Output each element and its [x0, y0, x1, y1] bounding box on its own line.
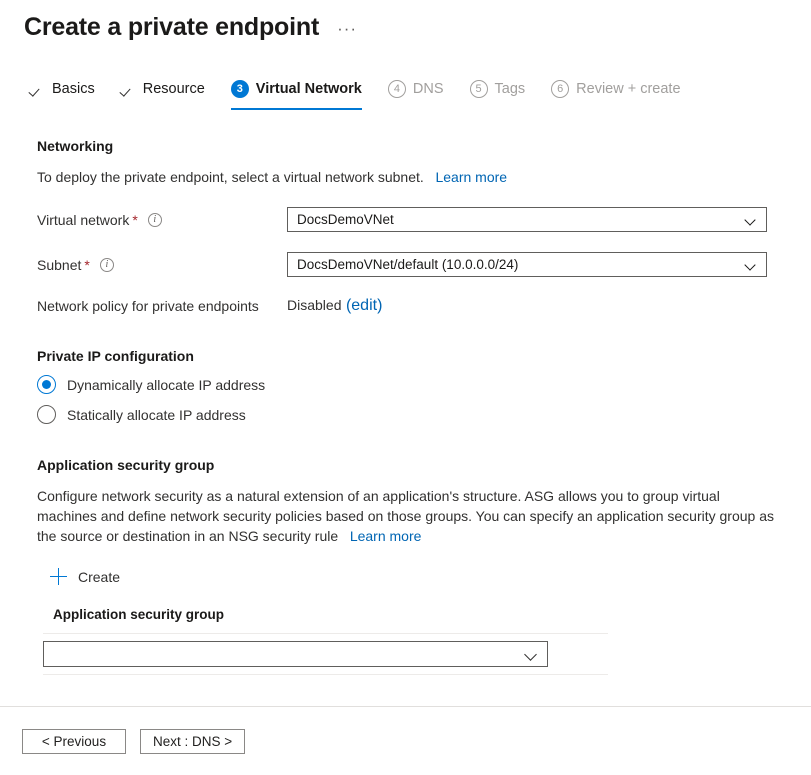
tab-label: Virtual Network: [256, 81, 362, 97]
next-button[interactable]: Next : DNS >: [140, 729, 245, 754]
tab-label: Basics: [52, 81, 95, 97]
radio-button-icon: [37, 405, 56, 424]
virtual-network-select[interactable]: DocsDemoVNet: [287, 207, 767, 232]
form-content: Networking To deploy the private endpoin…: [0, 138, 811, 675]
tab-virtual-network[interactable]: 3 Virtual Network: [231, 74, 362, 110]
networking-heading: Networking: [37, 138, 811, 154]
network-policy-edit-link[interactable]: (edit): [346, 297, 382, 314]
create-asg-button[interactable]: Create: [50, 568, 120, 585]
more-options-icon[interactable]: ···: [337, 22, 357, 36]
tab-resource[interactable]: Resource: [121, 74, 205, 110]
subnet-value: DocsDemoVNet/default (10.0.0.0/24): [297, 257, 518, 272]
tab-label: DNS: [413, 81, 444, 97]
tab-review-create[interactable]: 6 Review + create: [551, 74, 680, 110]
tab-basics[interactable]: Basics: [30, 74, 95, 110]
asg-heading: Application security group: [37, 457, 811, 473]
network-policy-value-group: Disabled (edit): [287, 297, 382, 315]
tab-tags[interactable]: 5 Tags: [470, 74, 526, 110]
tab-label: Resource: [143, 81, 205, 97]
create-asg-label: Create: [78, 569, 120, 585]
step-badge: 5: [470, 80, 488, 98]
radio-dynamic-ip[interactable]: Dynamically allocate IP address: [37, 375, 811, 394]
chevron-down-icon: [746, 260, 756, 270]
chevron-down-icon: [746, 215, 756, 225]
network-policy-label: Network policy for private endpoints: [37, 298, 287, 314]
chevron-down-icon: [526, 649, 537, 660]
tab-label: Review + create: [576, 81, 680, 97]
subnet-select[interactable]: DocsDemoVNet/default (10.0.0.0/24): [287, 252, 767, 277]
networking-learn-more-link[interactable]: Learn more: [435, 169, 507, 185]
virtual-network-label-text: Virtual network: [37, 212, 129, 228]
wizard-tabs: Basics Resource 3 Virtual Network 4 DNS …: [0, 78, 811, 110]
divider-bottom: [43, 674, 608, 675]
asg-field-label: Application security group: [53, 607, 811, 622]
radio-static-ip[interactable]: Statically allocate IP address: [37, 405, 811, 424]
check-icon: [121, 82, 136, 97]
private-ip-heading: Private IP configuration: [37, 348, 811, 364]
asg-select-wrapper: [43, 634, 811, 674]
previous-button[interactable]: < Previous: [22, 729, 126, 754]
info-icon[interactable]: i: [100, 258, 114, 272]
radio-label: Statically allocate IP address: [67, 407, 246, 423]
network-policy-value: Disabled: [287, 297, 341, 313]
plus-icon: [50, 568, 67, 585]
required-asterisk: *: [84, 257, 89, 273]
step-badge: 3: [231, 80, 249, 98]
subnet-label: Subnet * i: [37, 257, 287, 273]
virtual-network-row: Virtual network * i DocsDemoVNet: [37, 207, 811, 232]
virtual-network-label: Virtual network * i: [37, 212, 287, 228]
radio-label: Dynamically allocate IP address: [67, 377, 265, 393]
step-badge: 4: [388, 80, 406, 98]
networking-description: To deploy the private endpoint, select a…: [37, 167, 777, 187]
active-tab-indicator: [231, 108, 362, 111]
network-policy-label-text: Network policy for private endpoints: [37, 298, 259, 314]
asg-select[interactable]: [43, 641, 548, 667]
info-icon[interactable]: i: [148, 213, 162, 227]
page-title: Create a private endpoint: [24, 10, 319, 44]
networking-description-text: To deploy the private endpoint, select a…: [37, 169, 424, 185]
tab-label: Tags: [495, 81, 526, 97]
step-badge: 6: [551, 80, 569, 98]
asg-description: Configure network security as a natural …: [37, 486, 777, 546]
subnet-label-text: Subnet: [37, 257, 81, 273]
required-asterisk: *: [132, 212, 137, 228]
check-icon: [30, 82, 45, 97]
radio-button-icon: [37, 375, 56, 394]
network-policy-row: Network policy for private endpoints Dis…: [37, 297, 811, 315]
page-header: Create a private endpoint ···: [0, 0, 811, 44]
subnet-row: Subnet * i DocsDemoVNet/default (10.0.0.…: [37, 252, 811, 277]
tab-dns[interactable]: 4 DNS: [388, 74, 444, 110]
wizard-footer: < Previous Next : DNS >: [0, 707, 811, 775]
asg-learn-more-link[interactable]: Learn more: [350, 528, 422, 544]
virtual-network-value: DocsDemoVNet: [297, 212, 394, 227]
